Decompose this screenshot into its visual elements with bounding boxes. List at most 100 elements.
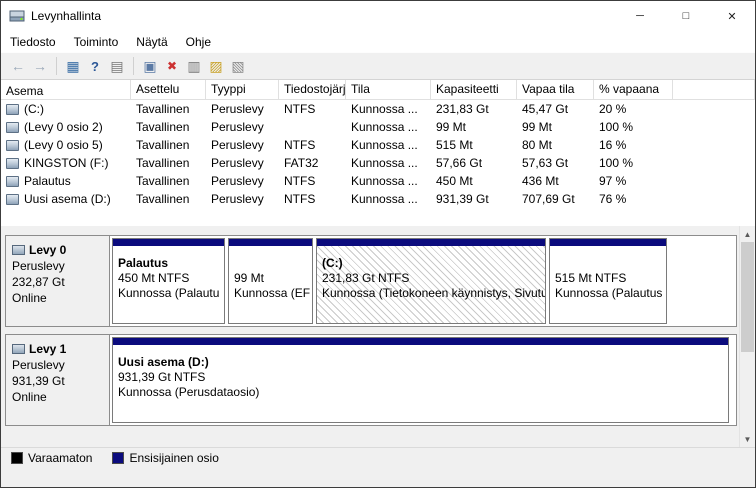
disk-size: 232,87 Gt [12,275,65,289]
disk-type: Peruslevy [12,259,65,273]
delete-volume-icon[interactable]: ✖ [161,55,183,77]
column-header-asema[interactable]: Asema [1,80,131,100]
column-header-vapaa-tila[interactable]: Vapaa tila [517,80,594,100]
menu-toiminto[interactable]: Toiminto [65,31,128,52]
partition-c[interactable]: (C:) 231,83 Gt NTFS Kunnossa (Tietokonee… [316,238,546,324]
volume-free: 707,69 Gt [522,192,575,206]
table-row[interactable]: KINGSTON (F:) Tavallinen Peruslevy FAT32… [1,154,755,172]
volume-filesystem: NTFS [284,192,316,206]
maximize-button[interactable]: □ [663,1,709,31]
volume-icon [6,175,19,187]
table-row[interactable]: Uusi asema (D:) Tavallinen Peruslevy NTF… [1,190,755,208]
disk-list: Levy 0 Peruslevy 232,87 Gt Online Palaut… [1,226,739,447]
volume-layout: Tavallinen [136,138,190,152]
volume-type: Peruslevy [211,138,264,152]
volume-status: Kunnossa ... [351,138,418,152]
new-volume-icon[interactable]: ▥ [183,55,205,77]
export-list-icon[interactable]: ▤ [106,55,128,77]
partition-color-strip [550,239,666,246]
volume-name: (C:) [24,102,44,116]
menu-tiedosto[interactable]: Tiedosto [1,31,65,52]
menu-nayta[interactable]: Näytä [127,31,176,52]
open-explorer-icon[interactable]: ▨ [205,55,227,77]
volume-icon [6,193,19,205]
column-header-kapasiteetti[interactable]: Kapasiteetti [431,80,517,100]
partition-status: Kunnossa (EF [234,286,311,300]
volume-capacity: 515 Mt [436,138,473,152]
table-row[interactable]: Palautus Tavallinen Peruslevy NTFS Kunno… [1,172,755,190]
volume-layout: Tavallinen [136,156,190,170]
action-pane-icon[interactable]: ▣ [139,55,161,77]
extend-volume-icon[interactable]: ▧ [227,55,249,77]
partition-color-strip [229,239,312,246]
legend-primary-partition: Ensisijainen osio [112,451,219,465]
volume-filesystem: NTFS [284,102,316,116]
partition-size: 450 Mt NTFS [118,271,190,285]
volume-icon [6,121,19,133]
volume-name: KINGSTON (F:) [24,156,109,170]
column-header-tila[interactable]: Tila [346,80,431,100]
drive-icon [12,344,25,354]
drive-icon [12,245,25,255]
volume-filesystem: NTFS [284,174,316,188]
window-title: Levynhallinta [31,9,102,23]
disk-type: Peruslevy [12,358,65,372]
column-header-tyyppi[interactable]: Tyyppi [206,80,279,100]
volume-icon [6,139,19,151]
table-row[interactable]: (C:) Tavallinen Peruslevy NTFS Kunnossa … [1,100,755,118]
app-icon [9,8,25,24]
help-icon[interactable]: ? [84,55,106,77]
volume-free-pct: 97 % [599,174,627,188]
volume-free-pct: 100 % [599,120,634,134]
scroll-up-icon[interactable]: ▲ [740,226,755,242]
volume-name: Uusi asema (D:) [24,192,111,206]
toolbar-separator [56,57,57,75]
disk-status: Online [12,390,47,404]
partition-palautus[interactable]: Palautus 450 Mt NTFS Kunnossa (Palautu [112,238,225,324]
partition-d[interactable]: Uusi asema (D:) 931,39 Gt NTFS Kunnossa … [112,337,729,423]
menu-ohje[interactable]: Ohje [177,31,220,52]
volume-layout: Tavallinen [136,102,190,116]
partition-color-strip [113,239,224,246]
graphical-view-pane: Levy 0 Peruslevy 232,87 Gt Online Palaut… [1,226,755,487]
partition-name: Palautus [118,256,169,270]
volume-layout: Tavallinen [136,174,190,188]
column-header-row: Asema Asettelu Tyyppi Tiedostojärj... Ti… [1,80,755,100]
toolbar: ← → ▦ ? ▤ ▣ ✖ ▥ ▨ ▧ [1,52,755,80]
volume-icon [6,157,19,169]
volume-free: 99 Mt [522,120,553,134]
legend-unallocated: Varaamaton [11,451,92,465]
vertical-scrollbar[interactable]: ▲ ▼ [739,226,755,447]
table-row[interactable]: (Levy 0 osio 5) Tavallinen Peruslevy NTF… [1,136,755,154]
bottom-filler [1,467,755,487]
minimize-button[interactable]: ─ [617,1,663,31]
partition-efi[interactable]: 99 Mt Kunnossa (EF [228,238,313,324]
column-header-pct-vapaana[interactable]: % vapaana [594,80,673,100]
scrollbar-thumb[interactable] [741,242,754,352]
partition-size: 931,39 Gt NTFS [118,370,206,384]
volume-free: 57,63 Gt [522,156,569,170]
back-icon[interactable]: ← [7,55,29,77]
unallocated-swatch [11,451,23,464]
scroll-down-icon[interactable]: ▼ [740,431,755,447]
column-header-tiedostojarjestelma[interactable]: Tiedostojärj... [279,80,346,100]
partition-name: Uusi asema (D:) [118,355,209,369]
partition-name [555,256,664,271]
table-row[interactable]: (Levy 0 osio 2) Tavallinen Peruslevy Kun… [1,118,755,136]
disk-panel-levy1[interactable]: Levy 1 Peruslevy 931,39 Gt Online [6,335,110,425]
scrollbar-track[interactable] [740,242,755,431]
partition-recovery[interactable]: 515 Mt NTFS Kunnossa (Palautus [549,238,667,324]
partition-size: 515 Mt NTFS [555,271,627,285]
window-controls: ─ □ ✕ [617,1,755,31]
partition-size: 99 Mt [234,271,265,285]
partition-name: (C:) [322,256,343,270]
partition-strip-area: Uusi asema (D:) 931,39 Gt NTFS Kunnossa … [110,335,736,425]
close-button[interactable]: ✕ [709,1,755,31]
disk-panel-levy0[interactable]: Levy 0 Peruslevy 232,87 Gt Online [6,236,110,326]
disk-management-window: Levynhallinta ─ □ ✕ Tiedosto Toiminto Nä… [0,0,756,488]
console-tree-icon[interactable]: ▦ [62,55,84,77]
volume-type: Peruslevy [211,192,264,206]
forward-icon[interactable]: → [29,55,51,77]
column-header-asettelu[interactable]: Asettelu [131,80,206,100]
column-header-filler [673,80,755,100]
